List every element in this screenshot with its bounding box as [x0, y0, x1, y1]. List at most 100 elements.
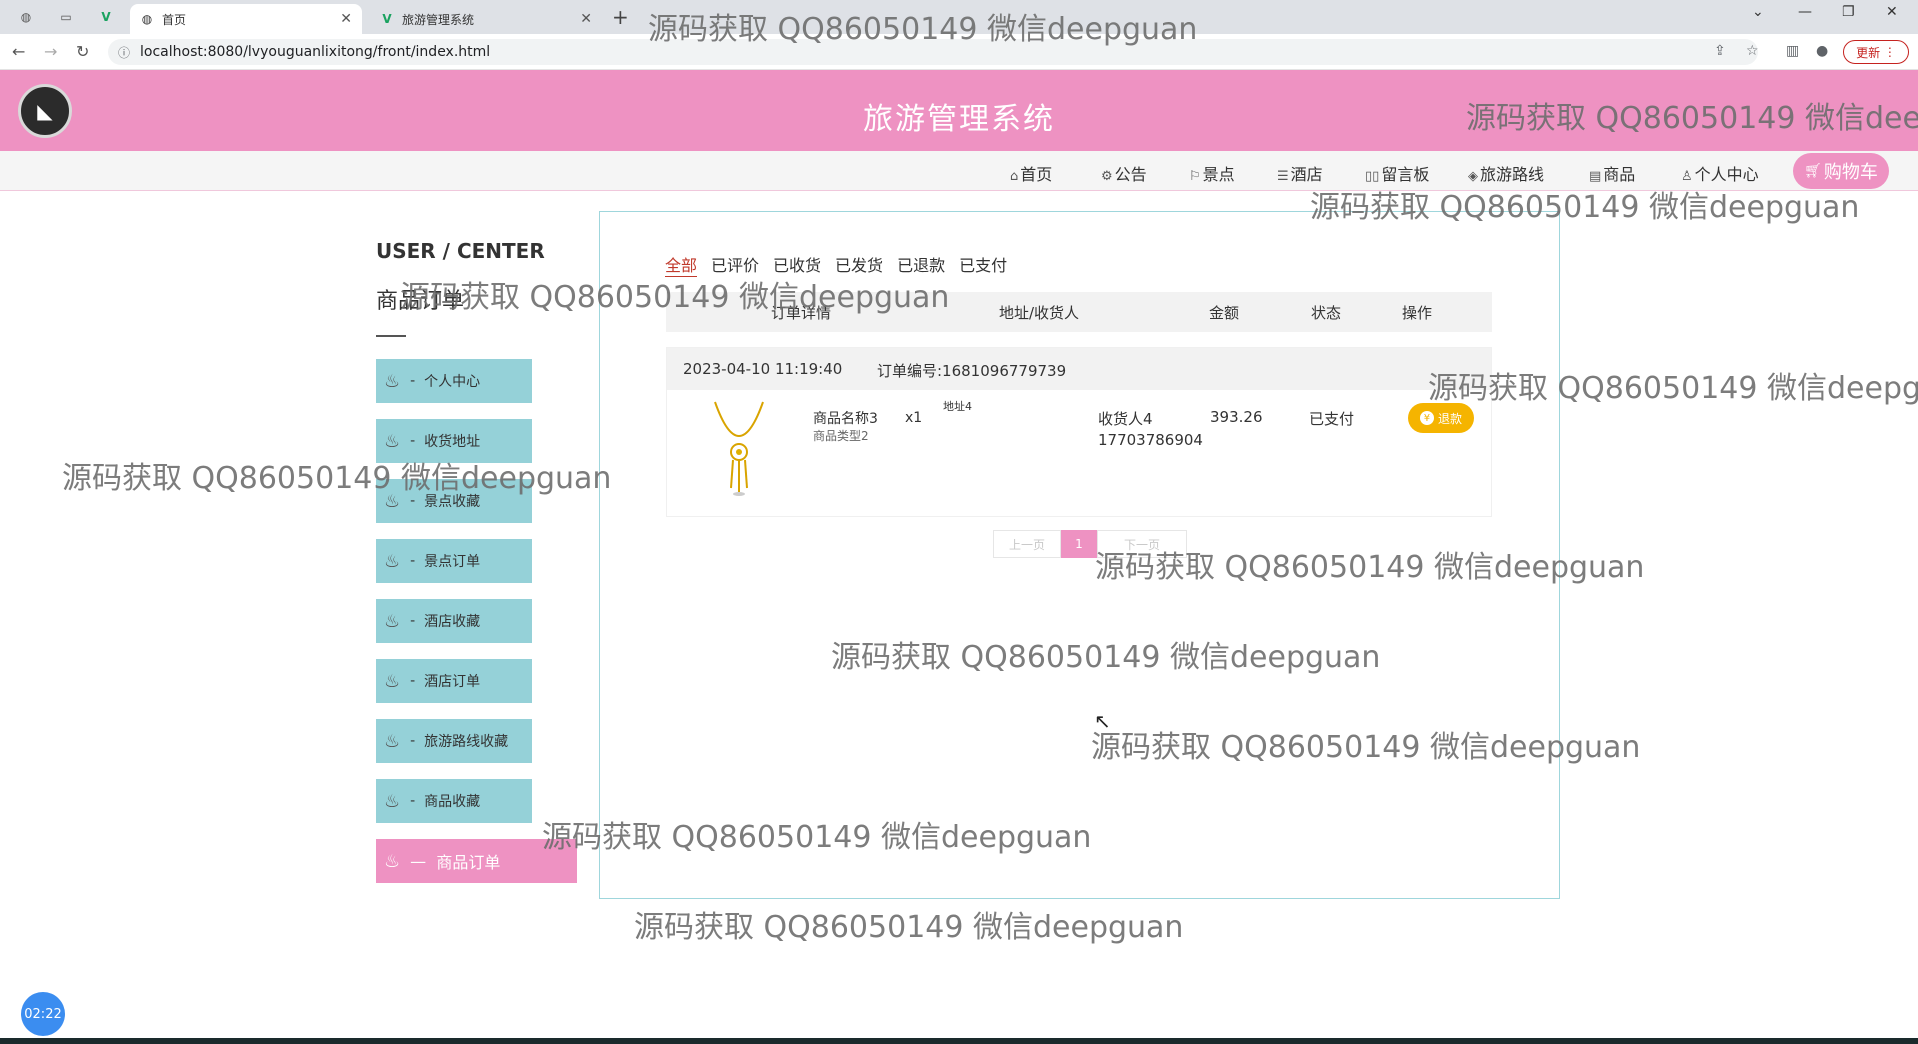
cart-icon: 🛒︎: [1804, 163, 1822, 179]
nav-label: 留言板: [1381, 165, 1430, 184]
flame-icon: ♨: [384, 370, 401, 392]
tab-search-chevron-icon[interactable]: ⌄: [1752, 4, 1764, 20]
product-type: 商品类型2: [813, 429, 869, 443]
menu-label: 旅游路线收藏: [424, 734, 509, 750]
flame-icon: ♨: [384, 730, 401, 752]
restore-icon[interactable]: ❐: [1842, 4, 1855, 20]
status-text: 已支付: [1309, 410, 1355, 428]
menu-scenic-favorites[interactable]: ♨ - 景点收藏: [376, 479, 532, 523]
page-number-button[interactable]: 1: [1061, 530, 1097, 558]
site-info-icon[interactable]: ⓘ: [118, 44, 130, 61]
pinned-tab-globe-icon[interactable]: ◍: [12, 6, 40, 28]
minimize-icon[interactable]: —: [1798, 4, 1812, 20]
order-card: 2023-04-10 11:19:40 订单编号:1681096779739 商…: [666, 347, 1492, 517]
phone: 17703786904: [1098, 431, 1203, 449]
product-necklace-image[interactable]: [709, 400, 769, 496]
receiver: 收货人4: [1098, 410, 1153, 428]
home-icon: ⌂: [1010, 169, 1019, 184]
user-center-subtitle: 商品订单: [376, 289, 465, 314]
menu-goods-orders[interactable]: ♨ — 商品订单: [376, 839, 577, 883]
yen-icon: ¥: [1419, 411, 1434, 425]
menu-goods-favorites[interactable]: ♨ - 商品收藏: [376, 779, 532, 823]
hotel-icon: ☰: [1277, 169, 1289, 184]
filter-refunded[interactable]: 已退款: [897, 252, 945, 277]
nav-routes[interactable]: ◈ 旅游路线: [1468, 161, 1544, 185]
column-header: 状态: [1311, 304, 1342, 322]
route-icon: ◈: [1468, 169, 1478, 184]
forward-icon[interactable]: →: [44, 42, 57, 61]
recording-timer-badge[interactable]: 02:22: [21, 992, 65, 1036]
profile-icon[interactable]: ●: [1816, 43, 1828, 59]
menu-hotel-favorites[interactable]: ♨ - 酒店收藏: [376, 599, 532, 643]
announcement-icon: ⚙: [1101, 169, 1113, 184]
filter-reviewed[interactable]: 已评价: [711, 252, 759, 277]
divider: [376, 335, 406, 337]
browser-toolbar: ← → ↻ ⓘ localhost:8080/lvyouguanlixitong…: [0, 34, 1918, 70]
product-name: 商品名称3: [813, 411, 878, 427]
url-text: localhost:8080/lvyouguanlixitong/front/i…: [140, 44, 491, 60]
nav-scenic[interactable]: ⚐ 景点: [1189, 161, 1235, 185]
globe-icon: ◍: [141, 12, 153, 26]
menu-label: 酒店收藏: [424, 614, 481, 630]
menu-personal-center[interactable]: ♨ - 个人中心: [376, 359, 532, 403]
close-tab-icon[interactable]: ✕: [340, 11, 352, 27]
nav-announcement[interactable]: ⚙ 公告: [1101, 161, 1147, 185]
pagination: 上一页 1 下一页: [993, 530, 1187, 558]
order-datetime: 2023-04-10 11:19:40: [683, 360, 843, 378]
close-tab-icon[interactable]: ✕: [580, 11, 592, 27]
back-icon[interactable]: ←: [12, 42, 25, 61]
menu-label: 景点订单: [424, 554, 481, 570]
new-tab-button[interactable]: +: [612, 5, 629, 29]
pinned-tab-vue-icon[interactable]: V: [92, 6, 120, 28]
menu-route-favorites[interactable]: ♨ - 旅游路线收藏: [376, 719, 532, 763]
nav-home[interactable]: ⌂ 首页: [1010, 161, 1052, 185]
pinned-tab-blank-icon[interactable]: ▭: [52, 6, 80, 28]
share-icon[interactable]: ⇪: [1714, 43, 1726, 59]
column-header: 操作: [1402, 304, 1433, 322]
user-center-title: USER / CENTER: [376, 239, 545, 263]
update-button[interactable]: 更新 ⋮: [1843, 40, 1909, 64]
refund-button[interactable]: ¥ 退款: [1408, 403, 1474, 433]
menu-shipping-address[interactable]: ♨ - 收货地址: [376, 419, 532, 463]
filter-paid[interactable]: 已支付: [959, 252, 1007, 277]
bookmark-star-icon[interactable]: ☆: [1746, 43, 1759, 59]
nav-hotel[interactable]: ☰ 酒店: [1277, 161, 1323, 185]
next-page-button[interactable]: 下一页: [1097, 530, 1187, 558]
menu-label: 景点收藏: [424, 494, 481, 510]
nav-user-center[interactable]: ♙ 个人中心: [1681, 161, 1759, 185]
cart-button[interactable]: 🛒︎ 购物车: [1793, 153, 1889, 189]
nav-label: 个人中心: [1694, 165, 1759, 184]
menu-scenic-orders[interactable]: ♨ - 景点订单: [376, 539, 532, 583]
column-header: 订单详情: [771, 304, 832, 322]
update-label: 更新: [1856, 45, 1881, 60]
nav-message-board[interactable]: ▯▯ 留言板: [1365, 161, 1429, 185]
address: 地址4: [943, 400, 972, 413]
nav-label: 酒店: [1290, 165, 1323, 184]
side-panel-icon[interactable]: ▥: [1786, 43, 1799, 59]
address-bar[interactable]: ⓘ localhost:8080/lvyouguanlixitong/front…: [108, 39, 1758, 65]
filter-received[interactable]: 已收货: [773, 252, 821, 277]
browser-tab-strip: ◍ ▭ V ◍ 首页 ✕ V 旅游管理系统 ✕ + ⌄ — ❐ ✕: [0, 0, 1918, 34]
vue-icon: V: [382, 12, 392, 26]
column-header: 金额: [1209, 304, 1240, 322]
menu-hotel-orders[interactable]: ♨ - 酒店订单: [376, 659, 532, 703]
flame-icon: ♨: [384, 550, 401, 572]
tab-home[interactable]: ◍ 首页 ✕: [130, 4, 362, 34]
watermark: 源码获取 QQ86050149 微信deepguan: [634, 910, 1184, 945]
close-window-icon[interactable]: ✕: [1886, 4, 1898, 20]
flame-icon: ♨: [384, 610, 401, 632]
reload-icon[interactable]: ↻: [76, 42, 89, 61]
filter-all[interactable]: 全部: [665, 252, 698, 277]
orders-table-header: 订单详情 地址/收货人 金额 状态 操作: [666, 292, 1492, 332]
nav-label: 旅游路线: [1480, 165, 1545, 184]
nav-goods[interactable]: ▤ 商品: [1589, 161, 1635, 185]
tab-title: 首页: [162, 12, 187, 27]
main-nav: ⌂ 首页 ⚙ 公告 ⚐ 景点 ☰ 酒店 ▯▯ 留言板 ◈ 旅游路线 ▤ 商品 ♙ 个人中心 🛒︎…: [0, 151, 1918, 191]
filter-shipped[interactable]: 已发货: [835, 252, 883, 277]
tab-travel-system[interactable]: V 旅游管理系统 ✕: [370, 4, 602, 34]
prev-page-button[interactable]: 上一页: [993, 530, 1061, 558]
amount: 393.26: [1210, 408, 1263, 426]
flag-icon: ⚐: [1189, 169, 1201, 184]
message-board-icon: ▯▯: [1365, 169, 1380, 184]
flame-icon: ♨: [384, 670, 401, 692]
